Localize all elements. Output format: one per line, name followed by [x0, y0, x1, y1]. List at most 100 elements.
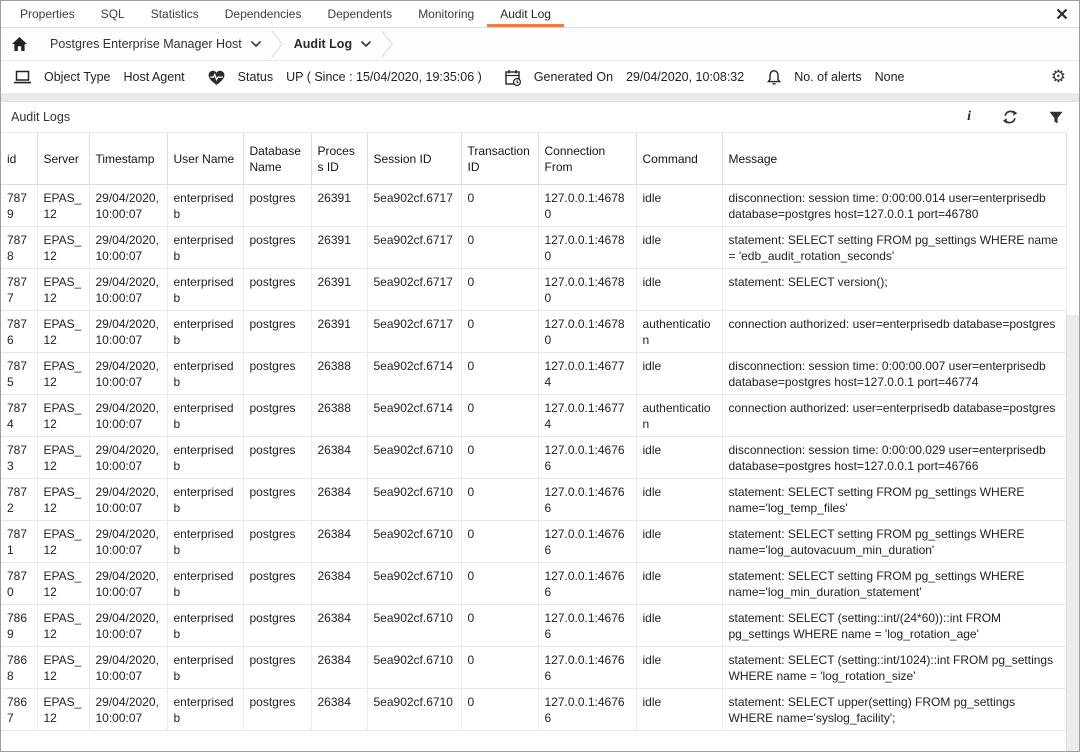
cell-session-id: 5ea902cf.6710: [367, 689, 461, 731]
column-header-timestamp[interactable]: Timestamp: [89, 133, 167, 185]
cell-transaction-id: 0: [461, 647, 538, 689]
breadcrumb-item-host[interactable]: Postgres Enterprise Manager Host: [42, 37, 269, 51]
table-row[interactable]: 7871EPAS_1229/04/2020, 10:00:07enterpris…: [1, 521, 1066, 563]
tab-dependencies[interactable]: Dependencies: [212, 1, 315, 27]
cell-command: authentication: [636, 311, 722, 353]
cell-timestamp: 29/04/2020, 10:00:07: [89, 395, 167, 437]
cell-server: EPAS_12: [37, 689, 89, 731]
table-row[interactable]: 7869EPAS_1229/04/2020, 10:00:07enterpris…: [1, 605, 1066, 647]
column-header-id[interactable]: id: [1, 133, 37, 185]
table-row[interactable]: 7867EPAS_1229/04/2020, 10:00:07enterpris…: [1, 689, 1066, 731]
cell-user-name: enterprisedb: [167, 269, 243, 311]
cell-message: statement: SELECT (setting::int/1024)::i…: [722, 647, 1066, 689]
table-row[interactable]: 7872EPAS_1229/04/2020, 10:00:07enterpris…: [1, 479, 1066, 521]
filter-icon[interactable]: [1049, 111, 1063, 124]
cell-database-name: postgres: [243, 689, 311, 731]
column-header-connection-from[interactable]: Connection From: [538, 133, 636, 185]
tab-bar: PropertiesSQLStatisticsDependenciesDepen…: [1, 1, 1079, 28]
table-row[interactable]: 7870EPAS_1229/04/2020, 10:00:07enterpris…: [1, 563, 1066, 605]
cell-timestamp: 29/04/2020, 10:00:07: [89, 479, 167, 521]
gear-icon[interactable]: ⚙: [1051, 67, 1066, 87]
cell-transaction-id: 0: [461, 689, 538, 731]
column-header-user-name[interactable]: User Name: [167, 133, 243, 185]
cell-id: 7877: [1, 269, 37, 311]
table-row[interactable]: 7876EPAS_1229/04/2020, 10:00:07enterpris…: [1, 311, 1066, 353]
cell-id: 7869: [1, 605, 37, 647]
cell-id: 7878: [1, 227, 37, 269]
cell-user-name: enterprisedb: [167, 605, 243, 647]
cell-user-name: enterprisedb: [167, 479, 243, 521]
cell-id: 7872: [1, 479, 37, 521]
status-group: Status UP ( Since : 15/04/2020, 19:35:06…: [207, 69, 482, 86]
table-row[interactable]: 7873EPAS_1229/04/2020, 10:00:07enterpris…: [1, 437, 1066, 479]
cell-database-name: postgres: [243, 185, 311, 227]
cell-session-id: 5ea902cf.6710: [367, 521, 461, 563]
cell-message: connection authorized: user=enterprisedb…: [722, 311, 1066, 353]
cell-timestamp: 29/04/2020, 10:00:07: [89, 647, 167, 689]
cell-connection-from: 127.0.0.1:46780: [538, 227, 636, 269]
tab-dependents[interactable]: Dependents: [314, 1, 405, 27]
cell-database-name: postgres: [243, 353, 311, 395]
tab-sql[interactable]: SQL: [88, 1, 138, 27]
cell-user-name: enterprisedb: [167, 689, 243, 731]
cell-id: 7874: [1, 395, 37, 437]
tab-audit-log[interactable]: Audit Log: [487, 1, 564, 27]
cell-command: idle: [636, 185, 722, 227]
column-header-message[interactable]: Message: [722, 133, 1066, 185]
cell-database-name: postgres: [243, 563, 311, 605]
cell-transaction-id: 0: [461, 185, 538, 227]
cell-id: 7868: [1, 647, 37, 689]
cell-id: 7875: [1, 353, 37, 395]
table-row[interactable]: 7878EPAS_1229/04/2020, 10:00:07enterpris…: [1, 227, 1066, 269]
home-icon[interactable]: [11, 36, 28, 52]
table-row[interactable]: 7874EPAS_1229/04/2020, 10:00:07enterpris…: [1, 395, 1066, 437]
vertical-scrollbar[interactable]: [1066, 315, 1080, 752]
refresh-icon[interactable]: [1002, 109, 1018, 125]
cell-process-id: 26384: [311, 689, 367, 731]
cell-command: idle: [636, 647, 722, 689]
cell-message: statement: SELECT version();: [722, 269, 1066, 311]
cell-server: EPAS_12: [37, 227, 89, 269]
cell-process-id: 26384: [311, 563, 367, 605]
cell-id: 7871: [1, 521, 37, 563]
table-row[interactable]: 7877EPAS_1229/04/2020, 10:00:07enterpris…: [1, 269, 1066, 311]
generated-on-value: 29/04/2020, 10:08:32: [626, 70, 744, 84]
cell-database-name: postgres: [243, 227, 311, 269]
close-icon[interactable]: [1055, 7, 1069, 21]
tab-statistics[interactable]: Statistics: [138, 1, 212, 27]
column-header-session-id[interactable]: Session ID: [367, 133, 461, 185]
column-header-command[interactable]: Command: [636, 133, 722, 185]
cell-user-name: enterprisedb: [167, 521, 243, 563]
breadcrumb-item-audit-log[interactable]: Audit Log: [286, 37, 379, 51]
column-header-database-name[interactable]: Database Name: [243, 133, 311, 185]
cell-server: EPAS_12: [37, 437, 89, 479]
cell-process-id: 26391: [311, 269, 367, 311]
alerts-value: None: [875, 70, 905, 84]
column-header-server[interactable]: Server: [37, 133, 89, 185]
status-value: UP ( Since : 15/04/2020, 19:35:06 ): [286, 70, 482, 84]
cell-transaction-id: 0: [461, 479, 538, 521]
panel-toolbar: i: [967, 109, 1063, 125]
cell-command: idle: [636, 269, 722, 311]
column-header-transaction-id[interactable]: Transaction ID: [461, 133, 538, 185]
cell-id: 7873: [1, 437, 37, 479]
table-row[interactable]: 7868EPAS_1229/04/2020, 10:00:07enterpris…: [1, 647, 1066, 689]
cell-transaction-id: 0: [461, 311, 538, 353]
cell-database-name: postgres: [243, 605, 311, 647]
cell-message: statement: SELECT upper(setting) FROM pg…: [722, 689, 1066, 731]
tab-monitoring[interactable]: Monitoring: [405, 1, 487, 27]
cell-session-id: 5ea902cf.6717: [367, 311, 461, 353]
cell-database-name: postgres: [243, 437, 311, 479]
table-row[interactable]: 7879EPAS_1229/04/2020, 10:00:07enterpris…: [1, 185, 1066, 227]
info-icon[interactable]: i: [967, 109, 971, 125]
column-header-process-id[interactable]: Process ID: [311, 133, 367, 185]
tab-properties[interactable]: Properties: [7, 1, 88, 27]
cell-command: idle: [636, 479, 722, 521]
table-row[interactable]: 7875EPAS_1229/04/2020, 10:00:07enterpris…: [1, 353, 1066, 395]
generated-on-group: Generated On 29/04/2020, 10:08:32: [504, 69, 744, 86]
cell-process-id: 26388: [311, 353, 367, 395]
cell-session-id: 5ea902cf.6717: [367, 227, 461, 269]
breadcrumb-separator-icon: [271, 30, 284, 58]
heartbeat-icon: [207, 69, 226, 86]
cell-user-name: enterprisedb: [167, 647, 243, 689]
